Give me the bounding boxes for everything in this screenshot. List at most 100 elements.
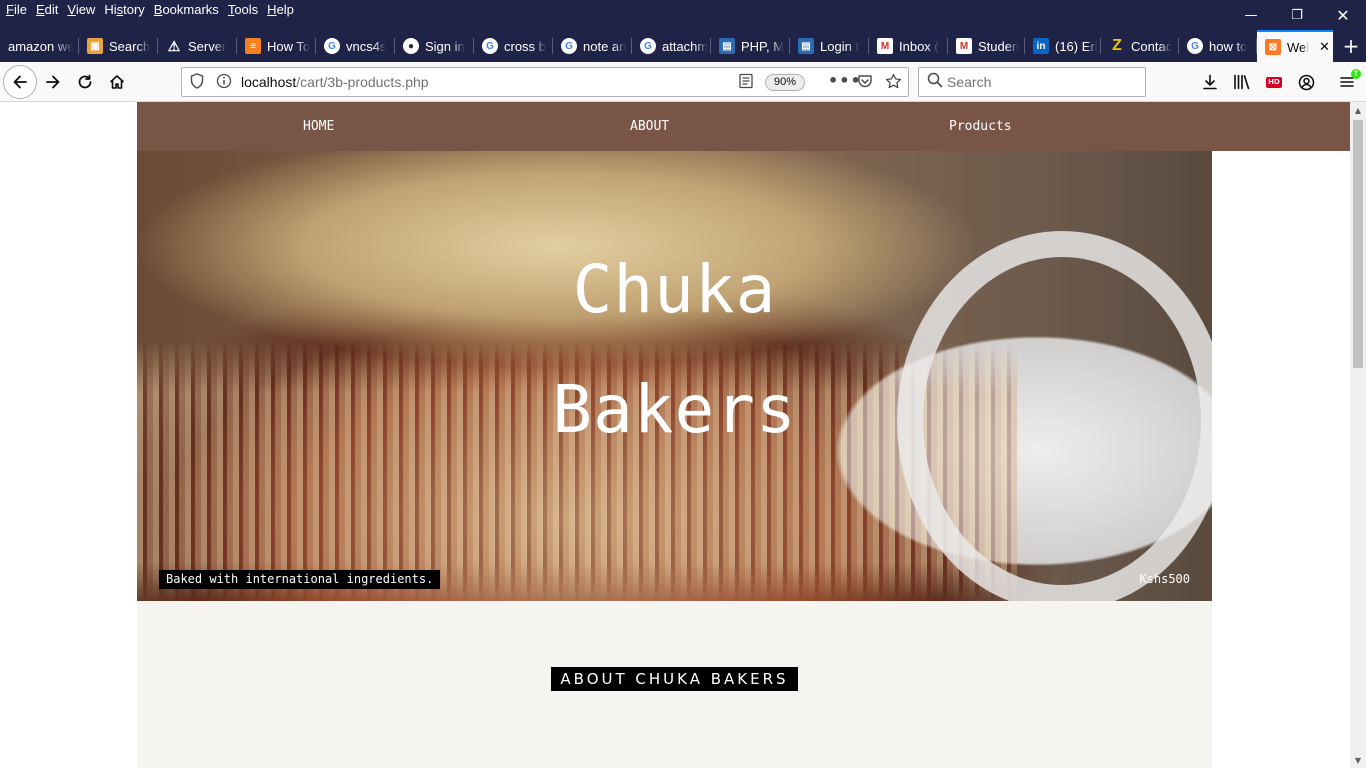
menu-tools[interactable]: Tools bbox=[228, 2, 258, 17]
tab-strip: amazon we ▣ Search ⚠ Server ≡ How To Gvncs4s ● Si… bbox=[0, 30, 1366, 62]
account-button[interactable] bbox=[1290, 66, 1322, 98]
tab-5[interactable]: ● Sign in bbox=[395, 30, 474, 62]
downloads-button[interactable] bbox=[1194, 66, 1226, 98]
tab-10[interactable]: ▤ Login t bbox=[790, 30, 869, 62]
restore-button[interactable]: ❐ bbox=[1274, 0, 1320, 30]
new-tab-button[interactable]: + bbox=[1336, 30, 1366, 62]
tab-4[interactable]: Gvncs4s bbox=[316, 30, 395, 62]
z-icon: Z bbox=[1112, 37, 1122, 54]
minimize-button[interactable]: — bbox=[1228, 0, 1274, 30]
zoom-level-badge[interactable]: 90% bbox=[765, 74, 805, 91]
nav-link-about[interactable]: ABOUT bbox=[630, 119, 669, 134]
menu-view[interactable]: View bbox=[67, 2, 95, 17]
warning-icon: ⚠ bbox=[167, 37, 181, 54]
menu-bar: File Edit View History Bookmarks Tools H… bbox=[0, 0, 1366, 30]
tab-title: Studen bbox=[978, 38, 1020, 54]
about-heading: ABOUT CHUKA BAKERS bbox=[551, 667, 798, 691]
menu-bookmarks[interactable]: Bookmarks bbox=[154, 2, 219, 17]
tab-title: Contac bbox=[1131, 38, 1173, 54]
box-icon: ▣ bbox=[87, 38, 103, 54]
tab-title: Search bbox=[109, 38, 151, 54]
scrollbar-thumb[interactable] bbox=[1353, 120, 1363, 368]
google-icon: G bbox=[482, 38, 498, 54]
tab-title: Login t bbox=[820, 38, 860, 54]
tab-3[interactable]: ≡ How To bbox=[237, 30, 316, 62]
pocket-icon[interactable] bbox=[857, 73, 873, 93]
scroll-up-arrow-icon[interactable]: ▲ bbox=[1350, 102, 1366, 118]
site-info-icon[interactable] bbox=[216, 73, 232, 93]
bookmark-star-icon[interactable] bbox=[885, 73, 902, 94]
tab-9[interactable]: ▤ PHP, M bbox=[711, 30, 790, 62]
menu-help[interactable]: Help bbox=[267, 2, 294, 17]
back-arrow-icon bbox=[13, 75, 27, 89]
search-input[interactable] bbox=[947, 73, 1137, 91]
gmail-icon: M bbox=[956, 38, 972, 54]
hero-title-line2: Bakers bbox=[552, 371, 797, 448]
tab-title: attachm bbox=[662, 38, 709, 54]
tab-title: (16) Eri bbox=[1055, 38, 1098, 54]
github-icon: ● bbox=[403, 38, 419, 54]
navigation-toolbar: localhost/cart/3b-products.php 90% ••• H… bbox=[0, 62, 1366, 102]
tab-1[interactable]: ▣ Search bbox=[79, 30, 158, 62]
forward-arrow-icon bbox=[46, 75, 60, 89]
menu-file[interactable]: File bbox=[6, 2, 27, 17]
tab-6[interactable]: Gcross b bbox=[474, 30, 553, 62]
hero-banner: Chuka Bakers Baked with international in… bbox=[137, 151, 1212, 601]
menu-history[interactable]: History bbox=[104, 2, 144, 17]
update-available-icon: ↑ bbox=[1351, 69, 1361, 79]
page-scrollbar[interactable]: ▲ ▼ bbox=[1350, 102, 1366, 768]
tab-title: amazon we bbox=[8, 38, 75, 54]
hd-extension-button[interactable]: HD bbox=[1258, 66, 1290, 98]
hero-title-line1: Chuka bbox=[572, 251, 777, 328]
library-button[interactable] bbox=[1226, 66, 1258, 98]
reader-view-icon[interactable] bbox=[738, 73, 754, 93]
page-viewport: HOME ABOUT Products Chuka Bakers Baked w… bbox=[0, 102, 1350, 768]
doc-icon: ▤ bbox=[719, 38, 735, 54]
download-icon bbox=[1203, 74, 1217, 90]
tab-title: Sign in bbox=[425, 38, 465, 54]
close-tab-icon[interactable]: ✕ bbox=[1319, 39, 1330, 55]
back-button[interactable] bbox=[3, 65, 37, 99]
url-host: localhost bbox=[241, 74, 297, 90]
site-navbar: HOME ABOUT Products bbox=[137, 102, 1350, 151]
home-button[interactable] bbox=[101, 66, 133, 98]
tab-title: Inbox ( bbox=[899, 38, 939, 54]
tab-2[interactable]: ⚠ Server bbox=[158, 30, 237, 62]
stackoverflow-icon: ≡ bbox=[245, 38, 261, 54]
tracking-shield-icon[interactable] bbox=[190, 73, 204, 93]
search-icon bbox=[927, 72, 943, 92]
linkedin-icon: in bbox=[1033, 38, 1049, 54]
nav-link-products[interactable]: Products bbox=[949, 119, 1012, 134]
tab-7[interactable]: Gnote an bbox=[553, 30, 632, 62]
tab-title: Wel bbox=[1287, 39, 1309, 55]
forward-button[interactable] bbox=[37, 66, 69, 98]
hd-icon: HD bbox=[1266, 76, 1282, 88]
tab-15[interactable]: Ghow to bbox=[1179, 30, 1257, 62]
scroll-down-arrow-icon[interactable]: ▼ bbox=[1350, 752, 1366, 768]
tab-14[interactable]: Z Contac bbox=[1101, 30, 1179, 62]
url-text[interactable]: localhost/cart/3b-products.php bbox=[241, 74, 429, 90]
home-icon bbox=[109, 75, 125, 89]
tab-12[interactable]: M Studen bbox=[948, 30, 1025, 62]
nav-link-home[interactable]: HOME bbox=[303, 119, 334, 134]
tab-16[interactable]: ⊠ Wel ✕ bbox=[1257, 30, 1333, 62]
google-icon: G bbox=[640, 38, 656, 54]
google-icon: G bbox=[324, 38, 340, 54]
menu-edit[interactable]: Edit bbox=[36, 2, 58, 17]
tab-13[interactable]: in (16) Eri bbox=[1025, 30, 1101, 62]
url-bar[interactable]: localhost/cart/3b-products.php 90% ••• bbox=[181, 67, 909, 97]
search-bar[interactable] bbox=[918, 67, 1146, 97]
url-path: /cart/3b-products.php bbox=[296, 74, 429, 90]
reload-icon bbox=[78, 74, 92, 89]
reload-button[interactable] bbox=[69, 66, 101, 98]
tab-8[interactable]: Gattachm bbox=[632, 30, 711, 62]
tab-0[interactable]: amazon we bbox=[0, 30, 79, 62]
tab-title: note an bbox=[583, 38, 627, 54]
tab-11[interactable]: M Inbox ( bbox=[869, 30, 948, 62]
xampp-icon: ⊠ bbox=[1265, 39, 1281, 55]
gmail-icon: M bbox=[877, 38, 893, 54]
google-icon: G bbox=[561, 38, 577, 54]
close-window-button[interactable]: ✕ bbox=[1320, 0, 1366, 30]
main-menu-button[interactable]: ↑ bbox=[1331, 66, 1363, 98]
tab-title: PHP, M bbox=[741, 38, 785, 54]
